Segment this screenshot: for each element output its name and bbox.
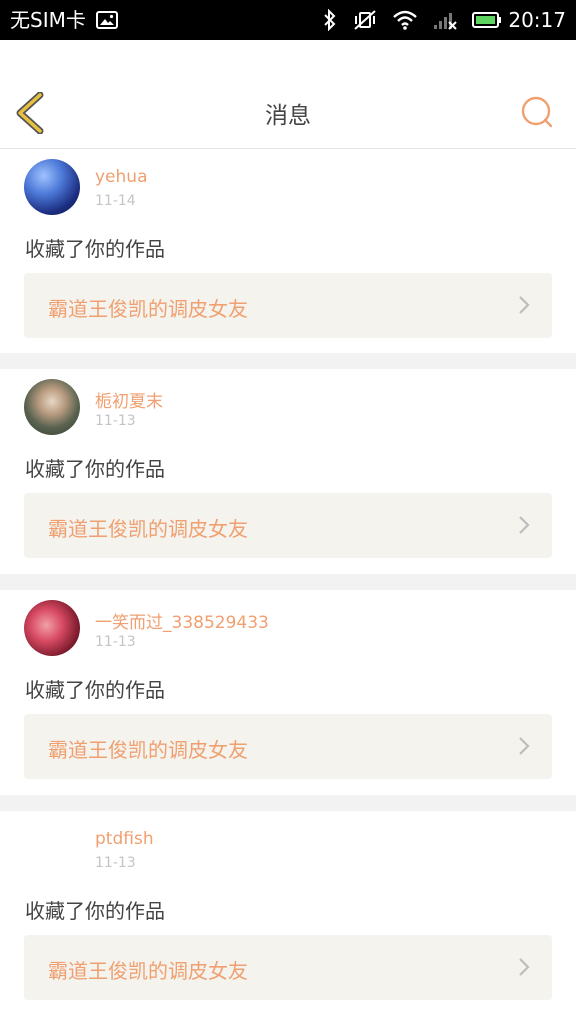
work-link[interactable]: 霸道王俊凯的调皮女友: [24, 714, 552, 779]
clock: 20:17: [508, 8, 566, 32]
message-action: 收藏了你的作品: [25, 457, 165, 481]
status-bar-left: 无SIM卡: [10, 7, 118, 33]
work-link[interactable]: 霸道王俊凯的调皮女友: [24, 935, 552, 1000]
message-card: 一笑而过_338529433 11-13 收藏了你的作品 霸道王俊凯的调皮女友: [0, 590, 576, 795]
username[interactable]: yehua: [95, 167, 148, 187]
page-title: 消息: [265, 103, 311, 129]
avatar[interactable]: [24, 379, 80, 435]
chevron-right-icon: [519, 296, 530, 314]
message-card: 栀初夏末 11-13 收藏了你的作品 霸道王俊凯的调皮女友: [0, 369, 576, 574]
message-date: 11-13: [95, 413, 136, 429]
divider: [0, 353, 576, 369]
work-link[interactable]: 霸道王俊凯的调皮女友: [24, 493, 552, 558]
work-title: 霸道王俊凯的调皮女友: [48, 959, 248, 983]
signal-icon: [434, 13, 458, 30]
message-date: 11-13: [95, 634, 136, 650]
username[interactable]: 栀初夏末: [95, 387, 163, 412]
wifi-icon: [393, 10, 418, 30]
avatar[interactable]: [24, 821, 80, 877]
chevron-right-icon: [519, 958, 530, 976]
message-date: 11-13: [95, 855, 136, 871]
status-bar-right: 20:17: [322, 7, 566, 33]
chevron-right-icon: [519, 516, 530, 534]
work-title: 霸道王俊凯的调皮女友: [48, 517, 248, 541]
message-action: 收藏了你的作品: [25, 899, 165, 923]
search-icon[interactable]: [520, 95, 554, 129]
avatar[interactable]: [24, 600, 80, 656]
bluetooth-icon: [324, 9, 336, 31]
message-action: 收藏了你的作品: [25, 678, 165, 702]
vibrate-off-icon: [354, 10, 377, 30]
work-link[interactable]: 霸道王俊凯的调皮女友: [24, 273, 552, 338]
message-date: 11-14: [95, 193, 136, 209]
image-icon: [95, 11, 118, 29]
username[interactable]: ptdfish: [95, 829, 154, 849]
status-bar: 无SIM卡 20:17: [0, 0, 576, 40]
app-header: 消息: [0, 40, 576, 149]
divider: [0, 574, 576, 590]
battery-icon: [472, 12, 502, 28]
carrier-label: 无SIM卡: [10, 8, 86, 32]
avatar[interactable]: [24, 159, 80, 215]
chevron-right-icon: [519, 737, 530, 755]
divider: [0, 795, 576, 811]
username[interactable]: 一笑而过_338529433: [95, 608, 269, 633]
message-list: yehua 11-14 收藏了你的作品 霸道王俊凯的调皮女友 栀初夏末 11-1…: [0, 149, 576, 1016]
work-title: 霸道王俊凯的调皮女友: [48, 738, 248, 762]
message-action: 收藏了你的作品: [25, 237, 165, 261]
message-card: yehua 11-14 收藏了你的作品 霸道王俊凯的调皮女友: [0, 149, 576, 353]
message-card: ptdfish 11-13 收藏了你的作品 霸道王俊凯的调皮女友: [0, 811, 576, 1016]
work-title: 霸道王俊凯的调皮女友: [48, 297, 248, 321]
